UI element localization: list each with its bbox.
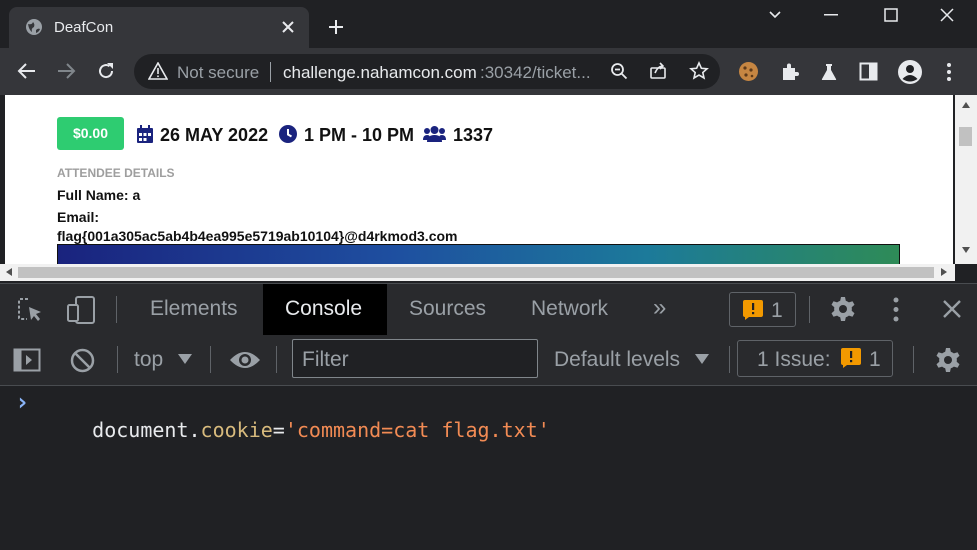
console-sidebar-icon[interactable] bbox=[13, 348, 41, 372]
extensions-icon[interactable] bbox=[780, 62, 800, 82]
price-badge: $0.00 bbox=[57, 117, 124, 150]
scroll-down-arrow-icon[interactable] bbox=[962, 247, 970, 253]
email-value: flag{001a305ac5ab4b4ea995e5719ab10104}@d… bbox=[57, 228, 458, 244]
reload-icon[interactable] bbox=[96, 61, 116, 81]
toolbar-separator bbox=[809, 296, 810, 323]
globe-icon bbox=[25, 18, 43, 36]
inspect-element-icon[interactable] bbox=[17, 297, 43, 323]
context-dropdown-icon bbox=[178, 354, 192, 364]
url-path[interactable]: :30342/ticket... bbox=[480, 63, 591, 83]
issues-counter-button[interactable]: 1 bbox=[729, 292, 796, 327]
maximize-icon[interactable] bbox=[884, 8, 898, 22]
section-heading: ATTENDEE DETAILS bbox=[57, 166, 175, 180]
browser-tab[interactable]: DeafCon bbox=[9, 7, 309, 48]
filter-separator bbox=[729, 346, 730, 373]
forward-icon[interactable] bbox=[56, 62, 76, 80]
close-devtools-icon[interactable] bbox=[942, 299, 962, 319]
share-icon[interactable] bbox=[649, 62, 667, 80]
full-name-field: Full Name: a bbox=[57, 187, 141, 203]
tab-search-icon[interactable] bbox=[768, 10, 782, 20]
url-host[interactable]: challenge.nahamcon.com bbox=[283, 63, 477, 83]
console-equals: = bbox=[272, 418, 285, 442]
warning-icon[interactable] bbox=[148, 62, 168, 80]
live-expression-eye-icon[interactable] bbox=[229, 350, 261, 370]
issue-warning-icon bbox=[841, 348, 861, 368]
console-filter-bar: top Filter Default levels 1 Issue: 1 bbox=[0, 335, 977, 386]
calendar-icon bbox=[137, 125, 153, 143]
address-bar[interactable]: Not secure challenge.nahamcon.com :30342… bbox=[134, 54, 720, 89]
tab-elements[interactable]: Elements bbox=[150, 297, 238, 321]
not-secure-label[interactable]: Not secure bbox=[177, 63, 259, 83]
issues-link-label: 1 Issue: bbox=[757, 348, 831, 371]
settings-gear-icon[interactable] bbox=[829, 295, 857, 323]
bookmark-star-icon[interactable] bbox=[689, 61, 709, 81]
console-string: 'command=cat flag.txt' bbox=[284, 418, 550, 442]
filter-placeholder: Filter bbox=[302, 348, 349, 371]
log-levels-label: Default levels bbox=[554, 348, 681, 371]
users-icon bbox=[423, 125, 446, 142]
tab-title: DeafCon bbox=[54, 19, 114, 36]
scroll-up-arrow-icon[interactable] bbox=[962, 102, 970, 108]
console-prompt-icon: › bbox=[15, 388, 30, 416]
console-input-line[interactable]: document.cookie='command=cat flag.txt' bbox=[44, 394, 550, 466]
issues-link-button[interactable]: 1 Issue: 1 bbox=[737, 340, 893, 377]
profile-avatar-icon[interactable] bbox=[897, 59, 923, 85]
zoom-icon[interactable] bbox=[610, 62, 628, 80]
email-label: Email: bbox=[57, 209, 100, 225]
toolbar-separator bbox=[116, 296, 117, 323]
new-tab-icon[interactable] bbox=[327, 18, 345, 36]
tab-console-label: Console bbox=[285, 297, 363, 320]
page-vertical-scrollbar[interactable] bbox=[955, 95, 977, 264]
back-icon[interactable] bbox=[17, 62, 37, 80]
console-object: document bbox=[92, 418, 189, 442]
console-property: cookie bbox=[200, 418, 273, 442]
side-panel-icon[interactable] bbox=[859, 62, 878, 81]
web-page: $0.00 26 MAY 2022 1 PM - 10 PM 1337 ATTE… bbox=[5, 95, 953, 264]
scroll-left-arrow-icon[interactable] bbox=[6, 268, 12, 276]
console-settings-gear-icon[interactable] bbox=[934, 346, 962, 374]
attendee-count: 1337 bbox=[453, 125, 494, 145]
filter-separator bbox=[117, 346, 118, 373]
omnibox-divider bbox=[270, 62, 271, 82]
log-levels-dropdown-icon bbox=[695, 354, 709, 364]
issues-link-count: 1 bbox=[869, 348, 881, 371]
browser-menu-icon[interactable] bbox=[946, 62, 952, 82]
log-levels-dropdown[interactable]: Default levels bbox=[554, 345, 714, 375]
devtools-menu-icon[interactable] bbox=[893, 297, 899, 322]
clear-console-icon[interactable] bbox=[70, 348, 95, 373]
price-text: $0.00 bbox=[72, 125, 109, 141]
scroll-right-arrow-icon[interactable] bbox=[941, 268, 947, 276]
devtools-main-toolbar: Elements Console Sources Network » 1 bbox=[0, 283, 977, 336]
context-selector[interactable]: top bbox=[134, 345, 196, 375]
filter-input[interactable]: Filter bbox=[292, 339, 538, 378]
issue-warning-icon bbox=[743, 300, 763, 320]
context-label: top bbox=[134, 348, 164, 371]
filter-separator bbox=[276, 346, 277, 373]
issues-count: 1 bbox=[771, 299, 783, 322]
device-toolbar-icon[interactable] bbox=[66, 295, 96, 325]
tab-sources[interactable]: Sources bbox=[409, 297, 486, 321]
minimize-icon[interactable] bbox=[824, 14, 838, 16]
console-dot: . bbox=[188, 418, 201, 442]
filter-separator bbox=[913, 346, 914, 373]
console-output[interactable]: › document.cookie='command=cat flag.txt' bbox=[0, 386, 977, 550]
clock-icon bbox=[279, 125, 297, 143]
event-time: 1 PM - 10 PM bbox=[304, 125, 415, 145]
filter-separator bbox=[210, 346, 211, 373]
cookie-extension-icon[interactable] bbox=[738, 61, 759, 82]
event-date: 26 MAY 2022 bbox=[160, 125, 269, 145]
horizontal-scroll-thumb[interactable] bbox=[18, 267, 934, 278]
tab-close-icon[interactable] bbox=[281, 20, 295, 34]
more-tabs-chevron-icon[interactable]: » bbox=[653, 294, 666, 322]
vertical-scroll-thumb[interactable] bbox=[959, 127, 972, 146]
close-window-icon[interactable] bbox=[940, 8, 954, 22]
labs-icon[interactable] bbox=[819, 62, 839, 82]
tab-console[interactable]: Console bbox=[263, 284, 387, 335]
ticket-banner-image bbox=[57, 244, 900, 264]
page-horizontal-scrollbar[interactable] bbox=[0, 264, 955, 281]
tab-network[interactable]: Network bbox=[531, 297, 608, 321]
